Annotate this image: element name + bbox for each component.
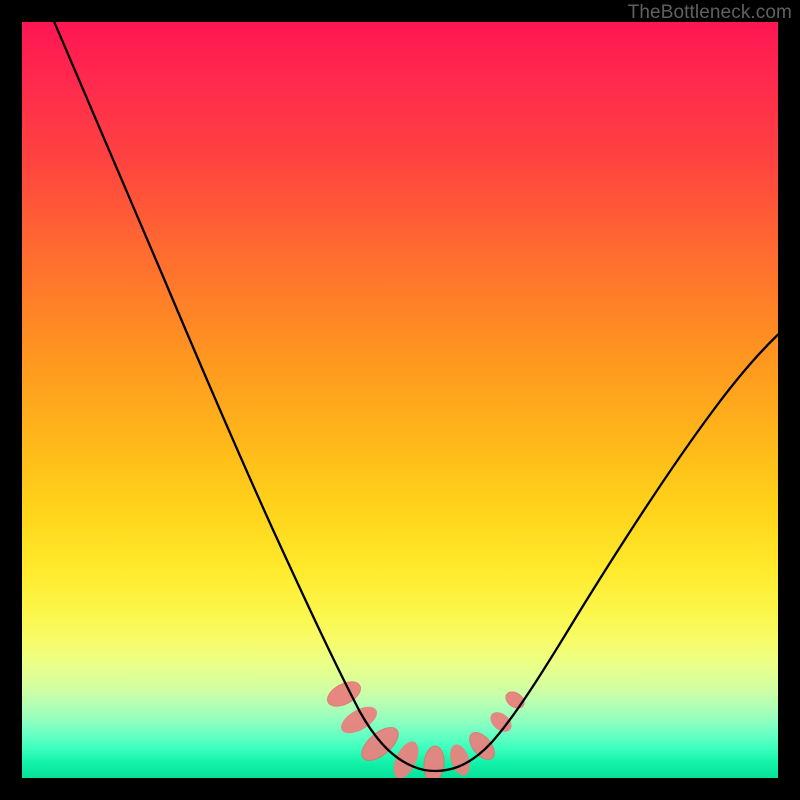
plot-area [22, 22, 778, 778]
chart-frame: TheBottleneck.com [0, 0, 800, 800]
chart-svg [22, 22, 778, 778]
bottleneck-curve [50, 22, 778, 771]
confidence-band [323, 677, 527, 778]
watermark-text: TheBottleneck.com [628, 2, 792, 24]
